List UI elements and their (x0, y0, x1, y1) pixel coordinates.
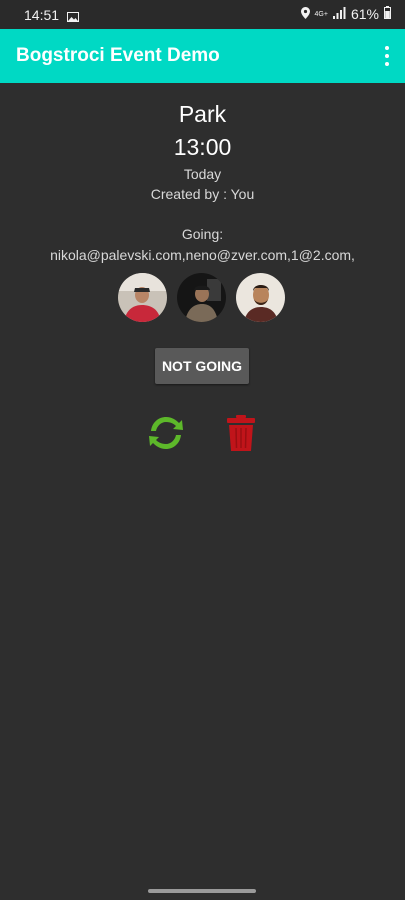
going-list: nikola@palevski.com,neno@zver.com,1@2.co… (50, 247, 355, 263)
avatar[interactable] (177, 273, 226, 322)
gallery-icon (67, 9, 79, 22)
network-type: 4G+ (314, 10, 328, 18)
event-day: Today (183, 166, 222, 182)
trash-icon[interactable] (226, 414, 256, 452)
event-title: Park (178, 101, 227, 127)
going-label: Going: (181, 226, 224, 242)
status-bar: 14:51 4G+ 61% (0, 0, 405, 29)
overflow-menu-icon[interactable] (383, 46, 391, 66)
attendee-avatars (118, 273, 285, 322)
app-bar: Bogstroci Event Demo (0, 29, 405, 83)
status-time: 14:51 (24, 7, 60, 23)
navigation-handle[interactable] (148, 889, 256, 893)
app-title: Bogstroci Event Demo (16, 45, 220, 66)
refresh-icon[interactable] (145, 413, 187, 453)
event-creator: Created by : You (150, 186, 255, 202)
event-time: 13:00 (173, 134, 232, 160)
avatar[interactable] (118, 273, 167, 322)
status-right: 4G+ 61% (300, 6, 391, 22)
signal-icon (332, 6, 346, 22)
battery-percent: 61% (350, 6, 379, 22)
location-icon (300, 6, 310, 22)
not-going-button[interactable]: NOT GOING (155, 348, 249, 384)
battery-icon (384, 6, 391, 22)
avatar[interactable] (236, 273, 285, 322)
